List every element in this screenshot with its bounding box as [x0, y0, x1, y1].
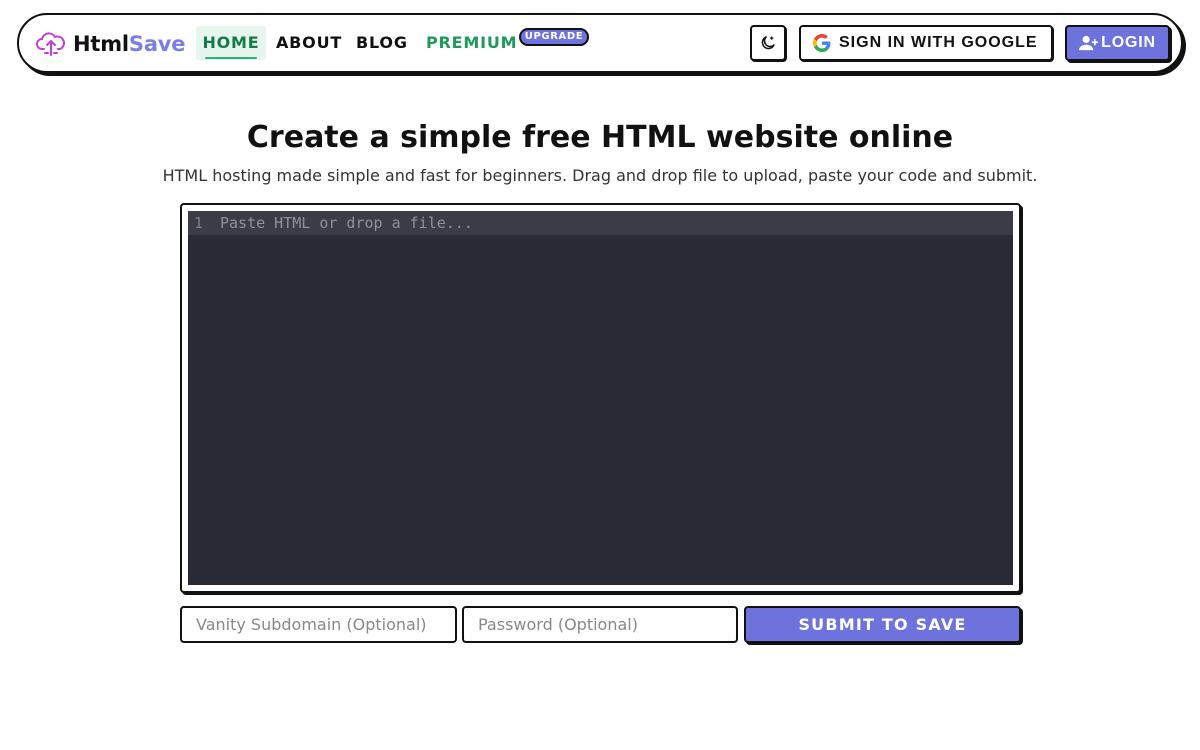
line-number: 1: [194, 214, 204, 232]
google-button-label: SIGN IN WITH GOOGLE: [839, 34, 1038, 51]
login-button-label: LOGIN: [1101, 34, 1156, 51]
submit-to-save-button[interactable]: SUBMIT TO SAVE: [744, 606, 1021, 643]
navbar: HtmlSave HOME ABOUT BLOG PREMIUM UPGRADE…: [17, 13, 1183, 73]
brand-name-part2: Save: [128, 32, 186, 56]
nav-link-home[interactable]: HOME: [196, 26, 266, 60]
google-icon: [813, 34, 831, 52]
sign-in-with-google-button[interactable]: SIGN IN WITH GOOGLE: [799, 25, 1053, 61]
brand-name-part1: Html: [73, 32, 129, 56]
user-plus-icon: [1079, 35, 1099, 51]
password-input[interactable]: [462, 606, 738, 643]
page-subtitle: HTML hosting made simple and fast for be…: [162, 166, 1038, 185]
code-editor[interactable]: 1 Paste HTML or drop a file...: [188, 211, 1013, 585]
page-title: Create a simple free HTML website online: [246, 120, 954, 155]
nav-link-blog[interactable]: BLOG: [356, 26, 408, 60]
editor-placeholder: Paste HTML or drop a file...: [220, 214, 473, 232]
nav-link-about[interactable]: ABOUT: [276, 26, 342, 60]
brand-name: HtmlSave: [73, 32, 186, 56]
upgrade-badge[interactable]: UPGRADE: [519, 28, 589, 46]
cloud-upload-icon: [36, 32, 65, 56]
login-button[interactable]: LOGIN: [1065, 25, 1170, 61]
theme-toggle-button[interactable]: [750, 25, 786, 61]
vanity-subdomain-input[interactable]: [180, 606, 457, 643]
code-editor-frame: 1 Paste HTML or drop a file...: [180, 203, 1021, 593]
moon-icon: [761, 36, 775, 50]
nav-link-premium[interactable]: PREMIUM: [426, 26, 517, 60]
brand-logo-link[interactable]: HtmlSave: [35, 29, 186, 59]
editor-active-line[interactable]: 1 Paste HTML or drop a file...: [188, 211, 1013, 235]
